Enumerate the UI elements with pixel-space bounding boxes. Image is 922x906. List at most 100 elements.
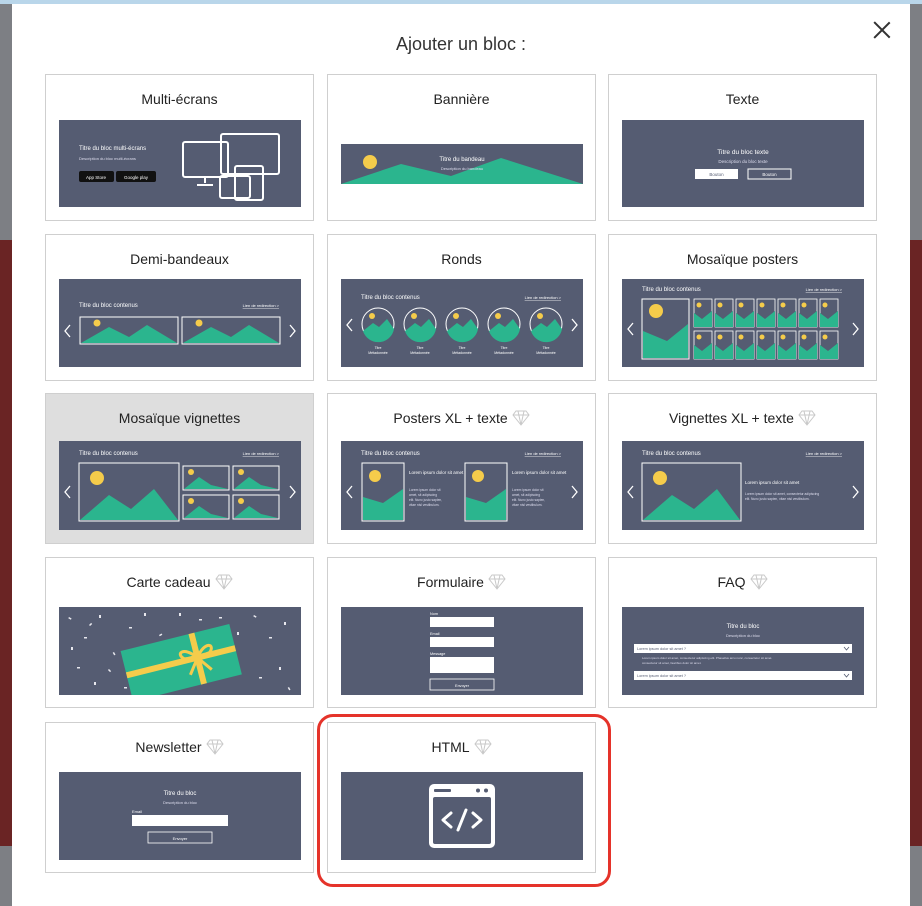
block-card-newsletter[interactable]: Newsletter Titre du bloc Description du … xyxy=(45,722,314,873)
svg-text:Lorem ipsum dolor sit amet, co: Lorem ipsum dolor sit amet, consectetur … xyxy=(745,492,819,496)
round-item-title: Titre xyxy=(543,346,550,350)
diamond-icon xyxy=(205,739,224,755)
preview-title: Titre du bloc contenus xyxy=(642,451,701,457)
block-title: Ronds xyxy=(441,251,482,267)
block-preview-banniere: Titre du bandeau Description du bandeau xyxy=(341,144,583,184)
block-card-html[interactable]: HTML xyxy=(327,722,596,873)
faq-question: Lorem ipsum dolor sit amet ? xyxy=(637,674,686,678)
preview-title: Titre du bloc contenus xyxy=(642,287,701,293)
diamond-icon xyxy=(488,574,506,590)
round-item-meta: Métadonnée xyxy=(368,351,388,355)
round-item-meta: Métadonnée xyxy=(410,351,430,355)
block-title: Texte xyxy=(725,91,760,107)
block-title: Mosaïque vignettes xyxy=(118,410,241,426)
newsletter-submit: Envoyer xyxy=(173,836,188,841)
form-label-message: Message xyxy=(430,652,445,656)
svg-text:elit. Nunc justo sapien,: elit. Nunc justo sapien, xyxy=(512,498,545,502)
block-preview-demi-bandeaux: Titre du bloc contenus Lien de redirecti… xyxy=(59,279,301,367)
newsletter-email-label: Email xyxy=(132,809,142,814)
block-card-formulaire[interactable]: Formulaire Nom Email Message Envoyer xyxy=(327,557,596,708)
block-preview-vignettes-xl: Titre du bloc contenus Lien de redirecti… xyxy=(622,441,864,530)
block-preview-newsletter: Titre du bloc Description du bloc Email … xyxy=(59,772,301,860)
poster-text-title: Lorem ipsum dolor sit amet xyxy=(409,470,464,475)
preview-title: Titre du bloc contenus xyxy=(79,303,138,309)
block-card-texte[interactable]: Texte Titre du bloc texte Description du… xyxy=(608,74,877,221)
form-submit: Envoyer xyxy=(455,684,470,688)
preview-link: Lien de redirection > xyxy=(243,303,280,308)
block-preview-ronds: Titre du bloc contenus Lien de redirecti… xyxy=(341,279,583,367)
devices-icon xyxy=(182,133,280,201)
dialog-title: Ajouter un bloc : xyxy=(395,34,527,54)
preview-link: Lien de redirection > xyxy=(525,451,562,456)
block-preview-formulaire: Nom Email Message Envoyer xyxy=(341,607,583,695)
round-item-title: Titre xyxy=(375,346,382,350)
preview-link: Lien de redirection > xyxy=(806,287,843,292)
block-card-ronds[interactable]: Ronds Titre du bloc contenus Lien de red… xyxy=(327,234,596,381)
block-title: Carte cadeau xyxy=(46,574,313,590)
preview-title: Titre du bloc contenus xyxy=(79,451,138,457)
svg-text:Lorem ipsum dolor sit: Lorem ipsum dolor sit xyxy=(409,488,441,492)
preview-button: Bouton xyxy=(762,172,777,177)
block-card-posters-xl-texte[interactable]: Posters XL + texte Titre du bloc contenu… xyxy=(327,393,596,544)
preview-link: Lien de redirection > xyxy=(525,295,562,300)
close-icon[interactable] xyxy=(870,18,894,42)
block-card-mosaique-posters[interactable]: Mosaïque posters Titre du bloc contenus … xyxy=(608,234,877,381)
preview-title: Titre du bloc contenus xyxy=(361,451,420,457)
block-preview-posters-xl: Titre du bloc contenus Lien de redirecti… xyxy=(341,441,583,530)
block-title: FAQ xyxy=(609,574,876,590)
poster-text-title: Lorem ipsum dolor sit amet xyxy=(512,470,567,475)
block-preview-mosaique-vignettes: Titre du bloc contenus Lien de redirecti… xyxy=(59,441,301,530)
preview-title: Titre du bloc xyxy=(727,624,760,630)
preview-desc: Description du bandeau xyxy=(441,166,483,171)
svg-text:vitae nisl vestibulum.: vitae nisl vestibulum. xyxy=(409,503,440,507)
block-title: HTML xyxy=(328,739,595,755)
googleplay-badge: Google play xyxy=(124,175,149,180)
block-card-banniere[interactable]: Bannière Titre du bandeau Description du… xyxy=(327,74,596,221)
svg-text:vitae nisl vestibulum.: vitae nisl vestibulum. xyxy=(512,503,543,507)
block-card-demi-bandeaux[interactable]: Demi-bandeaux Titre du bloc contenus Lie… xyxy=(45,234,314,381)
block-card-multi-ecrans[interactable]: Multi-écrans Titre du bloc multi-écrans … xyxy=(45,74,314,221)
round-item-title: Titre xyxy=(459,346,466,350)
svg-text:amet, sit adipiscing: amet, sit adipiscing xyxy=(409,493,437,497)
form-label-email: Email xyxy=(430,632,440,636)
preview-link: Lien de redirection > xyxy=(243,451,280,456)
add-block-dialog: Ajouter un bloc : Multi-écrans Titre du … xyxy=(12,4,910,906)
block-title: Demi-bandeaux xyxy=(130,251,229,267)
preview-title: Titre du bloc multi-écrans xyxy=(79,146,146,152)
preview-title: Titre du bandeau xyxy=(439,157,484,163)
svg-text:amet, sit adipiscing: amet, sit adipiscing xyxy=(512,493,540,497)
round-item-title: Titre xyxy=(501,346,508,350)
diamond-icon xyxy=(749,574,768,590)
block-title: Posters XL + texte xyxy=(328,410,595,426)
preview-desc: Description du bloc xyxy=(726,633,760,638)
block-preview-mosaique-posters: Titre du bloc contenus Lien de redirecti… xyxy=(622,279,864,367)
diamond-icon xyxy=(511,410,530,426)
diamond-icon xyxy=(473,739,492,755)
block-title: Newsletter xyxy=(46,739,313,755)
preview-desc: Description du bloc texte xyxy=(718,159,768,164)
vignette-text-title: Lorem ipsum dolor sit amet xyxy=(745,480,800,485)
code-window-icon xyxy=(429,784,495,848)
preview-link: Lien de redirection > xyxy=(806,451,843,456)
svg-text:elit. Nunc justo sapien,: elit. Nunc justo sapien, xyxy=(409,498,442,502)
preview-title: Titre du bloc xyxy=(164,791,197,797)
block-preview-carte-cadeau xyxy=(59,607,301,695)
block-card-mosaique-vignettes[interactable]: Mosaïque vignettes Titre du bloc contenu… xyxy=(45,393,314,544)
block-card-vignettes-xl-texte[interactable]: Vignettes XL + texte Titre du bloc conte… xyxy=(608,393,877,544)
round-item-meta: Métadonnée xyxy=(536,351,556,355)
block-preview-texte: Titre du bloc texte Description du bloc … xyxy=(622,120,864,207)
preview-title: Titre du bloc texte xyxy=(717,149,769,156)
block-card-carte-cadeau[interactable]: Carte cadeau xyxy=(45,557,314,708)
preview-title: Titre du bloc contenus xyxy=(361,295,420,301)
block-title: Vignettes XL + texte xyxy=(609,410,876,426)
form-label-name: Nom xyxy=(430,612,438,616)
preview-button: Bouton xyxy=(709,172,724,177)
block-preview-faq: Titre du bloc Description du bloc Lorem … xyxy=(622,607,864,695)
block-preview-multi-ecrans: Titre du bloc multi-écrans Description d… xyxy=(59,120,301,207)
appstore-badge: App Store xyxy=(86,175,107,180)
preview-desc: Description du bloc xyxy=(163,800,197,805)
faq-answer: Lorem ipsum dolor sit amet, consectetur … xyxy=(642,656,772,660)
block-card-faq[interactable]: FAQ Titre du bloc Description du bloc Lo… xyxy=(608,557,877,708)
block-title: Multi-écrans xyxy=(141,91,218,107)
round-item-title: Titre xyxy=(417,346,424,350)
